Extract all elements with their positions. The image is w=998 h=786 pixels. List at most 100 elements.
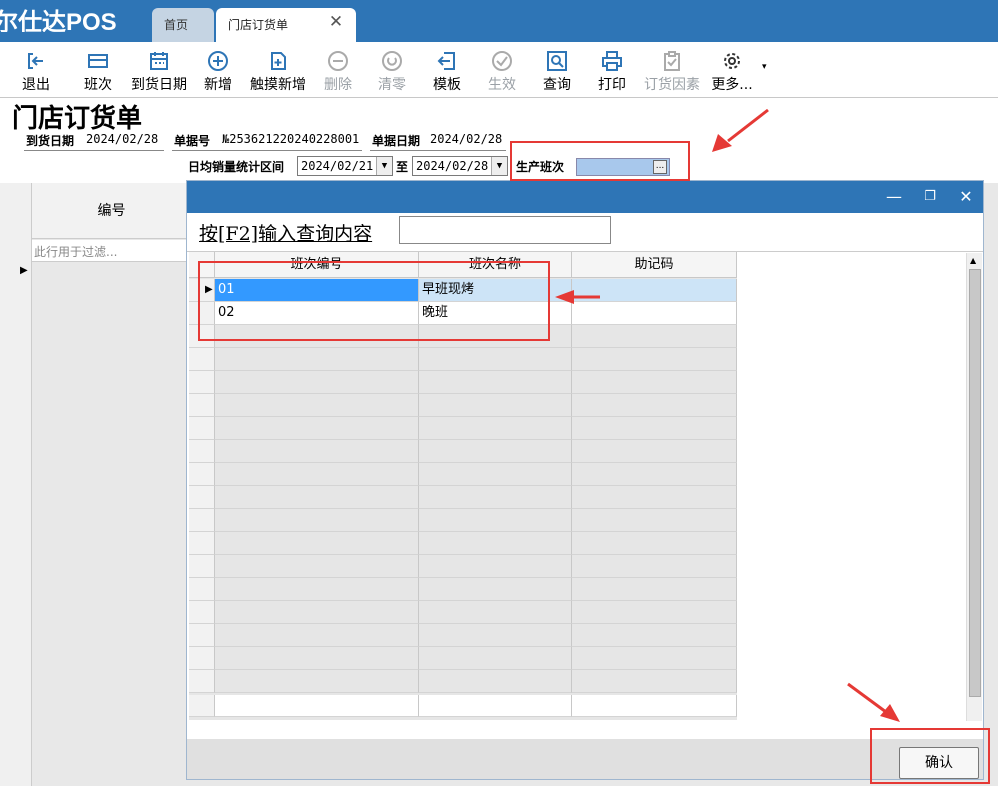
add-button[interactable]: 新增 [200,50,236,98]
row-header[interactable] [189,440,215,463]
empty-cell[interactable] [215,486,419,509]
row-header[interactable] [189,417,215,440]
row-header[interactable] [189,670,215,693]
empty-cell[interactable] [572,601,737,624]
column-header-code[interactable]: 编号 [32,183,192,239]
row-header[interactable] [189,486,215,509]
row-header[interactable] [189,371,215,394]
empty-cell[interactable] [215,371,419,394]
empty-cell[interactable] [572,555,737,578]
empty-cell[interactable] [419,509,572,532]
empty-cell[interactable] [215,624,419,647]
filter-row[interactable]: 此行用于过滤... [32,240,192,262]
empty-cell[interactable] [419,371,572,394]
search-icon [547,51,567,71]
empty-cell[interactable] [215,394,419,417]
table-cell[interactable] [572,279,737,302]
touch-add-button[interactable]: 触摸新增 [246,50,310,98]
empty-cell[interactable] [215,555,419,578]
empty-cell[interactable] [215,440,419,463]
empty-cell[interactable] [572,578,737,601]
chevron-down-icon[interactable]: ▼ [491,157,507,175]
vertical-scrollbar[interactable]: ▲ [966,253,982,721]
empty-cell[interactable] [419,463,572,486]
row-header[interactable] [189,394,215,417]
empty-cell[interactable] [419,555,572,578]
empty-cell[interactable] [572,647,737,670]
empty-cell[interactable] [215,509,419,532]
range-from-input[interactable]: 2024/02/21 ▼ [297,156,393,176]
clear-button[interactable]: 清零 [374,50,410,98]
column-header-2[interactable]: 助记码 [572,252,737,278]
range-to-input[interactable]: 2024/02/28 ▼ [412,156,508,176]
table-cell[interactable] [572,302,737,325]
empty-cell[interactable] [572,371,737,394]
empty-cell[interactable] [215,578,419,601]
more-button[interactable]: 更多... [706,50,758,98]
more-label: 更多... [711,77,753,93]
row-header[interactable] [189,578,215,601]
empty-cell[interactable] [572,624,737,647]
row-header[interactable] [189,532,215,555]
row-header[interactable] [189,509,215,532]
empty-cell[interactable] [572,394,737,417]
empty-cell[interactable] [419,348,572,371]
empty-cell[interactable] [572,463,737,486]
row-header[interactable] [189,647,215,670]
close-icon[interactable]: ✕ [955,186,977,208]
exit-button[interactable]: 退出 [18,50,54,98]
stat-range-label: 日均销量统计区间 [188,160,285,174]
restore-icon[interactable]: ❐ [919,186,941,208]
empty-cell[interactable] [572,348,737,371]
row-header[interactable] [189,463,215,486]
empty-cell[interactable] [215,463,419,486]
empty-cell[interactable] [215,348,419,371]
row-header[interactable] [189,555,215,578]
row-header[interactable] [189,601,215,624]
empty-cell[interactable] [419,440,572,463]
empty-cell[interactable] [572,417,737,440]
empty-cell[interactable] [572,532,737,555]
empty-cell[interactable] [215,647,419,670]
empty-cell[interactable] [419,670,572,693]
empty-cell[interactable] [419,394,572,417]
row-header[interactable] [189,624,215,647]
minimize-icon[interactable]: — [883,186,905,208]
tab-home[interactable]: 首页 [152,8,214,42]
order-factor-button[interactable]: 订货因素 [641,50,703,98]
scroll-up-icon[interactable]: ▲ [970,256,976,265]
empty-cell[interactable] [572,325,737,348]
template-button[interactable]: 模板 [429,50,465,98]
search-label: 按[F2]输入查询内容 [199,223,373,245]
print-button[interactable]: 打印 [594,50,630,98]
empty-cell[interactable] [215,670,419,693]
shift-button[interactable]: 班次 [80,50,116,98]
empty-cell[interactable] [215,601,419,624]
row-header[interactable] [189,348,215,371]
close-tab-icon[interactable]: ✕ [326,12,346,32]
activate-button[interactable]: 生效 [484,50,520,98]
annotation-arrow-shift [712,108,769,152]
empty-cell[interactable] [419,578,572,601]
empty-cell[interactable] [215,532,419,555]
empty-cell[interactable] [572,670,737,693]
query-button[interactable]: 查询 [539,50,575,98]
empty-cell[interactable] [419,647,572,670]
empty-cell[interactable] [572,509,737,532]
empty-cell[interactable] [572,440,737,463]
scrollbar-thumb[interactable] [969,269,981,697]
empty-cell[interactable] [215,417,419,440]
more-dropdown-icon[interactable]: ▾ [762,62,767,72]
empty-cell[interactable] [419,624,572,647]
arrival-date-button[interactable]: 到货日期 [128,50,190,98]
empty-cell[interactable] [419,417,572,440]
search-input[interactable] [399,216,611,244]
chevron-down-icon[interactable]: ▼ [376,157,392,175]
empty-cell[interactable] [419,532,572,555]
query-label: 查询 [543,77,571,93]
clipboard-icon [664,51,680,71]
empty-cell[interactable] [419,601,572,624]
delete-button[interactable]: 删除 [320,50,356,98]
empty-cell[interactable] [419,486,572,509]
empty-cell[interactable] [572,486,737,509]
